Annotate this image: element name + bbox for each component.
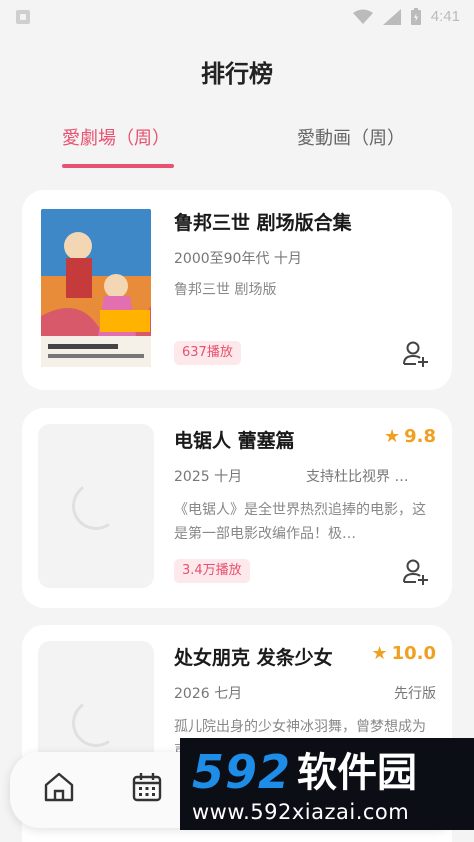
play-count-badge: 3.4万播放 xyxy=(174,559,250,583)
page-title: 排行榜 xyxy=(201,60,273,88)
star-icon: ★ xyxy=(371,643,388,664)
calendar-icon[interactable] xyxy=(130,770,164,804)
status-bar: 4:41 xyxy=(0,0,474,34)
watermark-name: 软件园 xyxy=(297,750,418,796)
follow-user-plus-icon[interactable] xyxy=(402,340,430,368)
poster-image xyxy=(38,206,154,370)
ranking-card[interactable]: 电锯人 蕾塞篇 ★ 9.8 2025 十月 支持杜比视界 … 《电锯人》是全世界… xyxy=(22,408,452,608)
watermark-number: 592 xyxy=(192,745,292,799)
watermark-banner: 592 软件园 www.592xiazai.com xyxy=(180,738,474,830)
show-meta: 2000至90年代 十月 xyxy=(174,251,302,267)
app-icon xyxy=(16,10,30,24)
show-description: 《电锯人》是全世界热烈追捧的电影，这是第一部电影改编作品！极… xyxy=(174,502,426,542)
wifi-icon xyxy=(352,9,373,24)
battery-icon xyxy=(410,8,421,25)
status-time: 4:41 xyxy=(430,8,460,25)
show-description: 鲁邦三世 剧场版 xyxy=(174,282,277,298)
rating-value: 9.8 xyxy=(404,426,436,447)
active-tab-indicator xyxy=(62,164,174,168)
show-title: 处女朋克 发条少女 xyxy=(174,647,333,669)
show-title: 鲁邦三世 剧场版合集 xyxy=(174,212,352,234)
show-meta: 2026 七月 xyxy=(174,686,243,702)
signal-icon xyxy=(382,8,401,25)
ranking-card[interactable]: 鲁邦三世 剧场版合集 2000至90年代 十月 鲁邦三世 剧场版 637播放 xyxy=(22,190,452,390)
loading-spinner-icon xyxy=(68,478,124,534)
rating: ★ 10.0 xyxy=(371,643,436,664)
follow-user-plus-icon[interactable] xyxy=(402,558,430,586)
tab-anime-weekly[interactable]: 愛動画（周） xyxy=(297,124,405,150)
show-title: 电锯人 蕾塞篇 xyxy=(174,430,295,452)
show-meta-extra: 先行版 xyxy=(394,686,436,702)
watermark-url: www.592xiazai.com xyxy=(192,800,410,824)
rating-value: 10.0 xyxy=(391,643,436,664)
rating: ★ 9.8 xyxy=(384,426,436,447)
poster-placeholder xyxy=(38,424,154,588)
show-meta: 2025 十月 xyxy=(174,469,243,485)
home-icon[interactable] xyxy=(42,770,76,804)
play-count-badge: 637播放 xyxy=(174,341,241,365)
star-icon: ★ xyxy=(383,426,401,447)
tab-drama-weekly[interactable]: 愛劇場（周） xyxy=(62,124,170,150)
loading-spinner-icon xyxy=(68,695,124,751)
show-meta-extra: 支持杜比视界 … xyxy=(306,469,409,485)
